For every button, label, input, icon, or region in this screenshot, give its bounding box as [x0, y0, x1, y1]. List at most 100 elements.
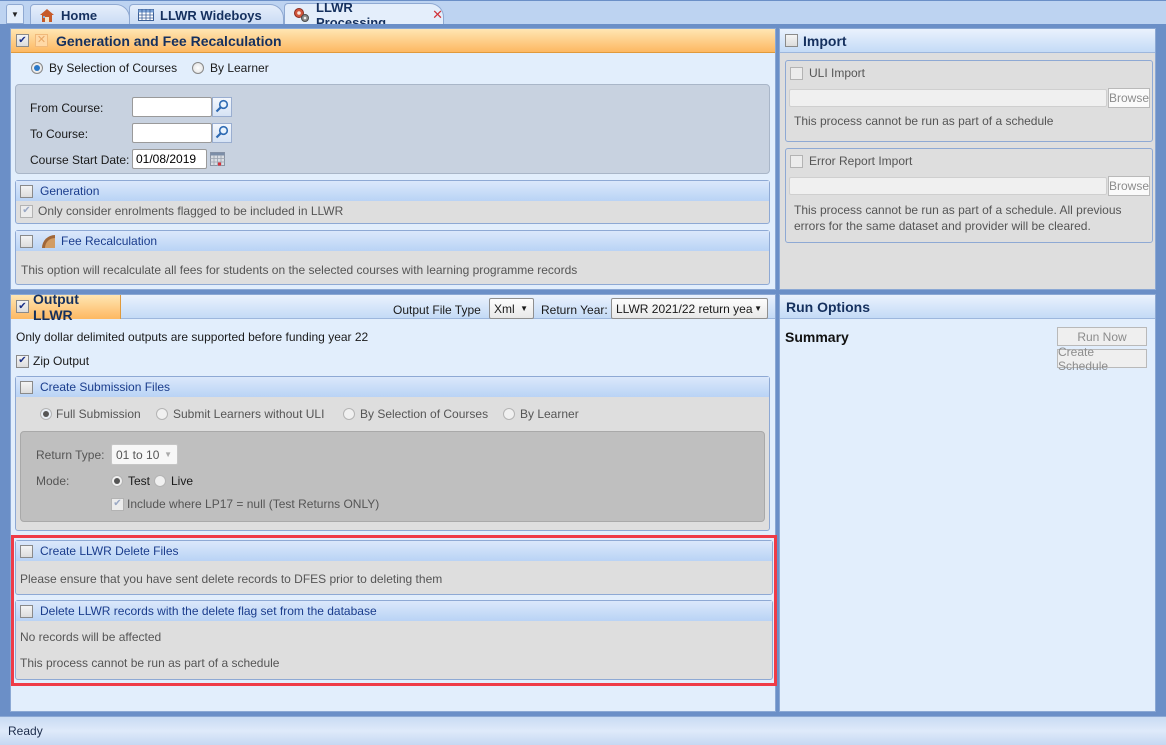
output-llwr-panel: Output LLWR Output File Type Xml ▼ Retur… [10, 291, 777, 712]
output-llwr-title-tab: Output LLWR [11, 291, 121, 323]
radio-button[interactable] [111, 475, 123, 487]
import-header: Import [780, 29, 1155, 53]
course-start-date-input[interactable] [132, 149, 207, 169]
radio-button[interactable] [156, 408, 168, 420]
radio-full-submission[interactable]: Full Submission [40, 407, 141, 421]
close-tab-icon[interactable]: ✕ [432, 7, 443, 23]
radio-label: By Selection of Courses [360, 407, 489, 421]
option-label: Error Report Import [809, 154, 913, 168]
radio-label: Submit Learners without ULI [173, 407, 325, 421]
calendar-icon[interactable] [210, 152, 225, 169]
option-label: Only consider enrolments flagged to be i… [38, 204, 344, 218]
return-type-label: Return Type: [36, 448, 105, 462]
include-lp17-checkbox[interactable] [111, 497, 124, 511]
tab-home[interactable]: Home [30, 4, 130, 25]
generation-checkbox[interactable] [20, 184, 33, 198]
generation-fee-checkbox[interactable] [16, 34, 29, 47]
tab-label: Home [61, 7, 98, 23]
submission-options-area: Return Type: 01 to 10 ▼ Mode: Test Live … [20, 431, 765, 522]
to-course-search-button[interactable] [212, 123, 232, 143]
create-delete-files-checkbox[interactable] [20, 544, 33, 558]
uli-import-path-input[interactable] [789, 89, 1107, 107]
output-file-type-label: Output File Type [393, 303, 481, 317]
import-checkbox[interactable] [785, 34, 798, 47]
radio-submit-learners-without-uli[interactable]: Submit Learners without ULI [156, 407, 324, 421]
fee-recalculation-group: Fee Recalculation This option will recal… [15, 230, 770, 285]
radio-by-selection-of-courses[interactable]: By Selection of Courses [31, 61, 177, 75]
error-report-import-option[interactable]: Error Report Import [790, 154, 912, 168]
tab-list-dropdown[interactable]: ▼ [6, 4, 24, 24]
from-course-input[interactable] [132, 97, 212, 117]
from-course-search-button[interactable] [212, 97, 232, 117]
create-submission-header: Create Submission Files [16, 377, 769, 397]
only-flagged-checkbox[interactable] [20, 204, 33, 218]
to-course-input[interactable] [132, 123, 212, 143]
option-label: Include where LP17 = null (Test Returns … [127, 497, 380, 511]
delete-section-highlight: Create LLWR Delete Files Please ensure t… [11, 535, 777, 686]
gears-icon [293, 7, 310, 23]
radio-button[interactable] [503, 408, 515, 420]
error-report-import-checkbox[interactable] [790, 154, 803, 168]
uli-import-group: ULI Import Browse This process cannot be… [785, 60, 1153, 142]
option-label: Zip Output [33, 354, 90, 368]
only-flagged-enrolments-option[interactable]: Only consider enrolments flagged to be i… [16, 201, 769, 221]
run-now-button[interactable]: Run Now [1057, 327, 1147, 346]
delete-records-affected-text: No records will be affected [20, 630, 162, 644]
error-report-import-description: This process cannot be run as part of a … [794, 203, 1122, 233]
run-options-header: Run Options [780, 295, 1155, 319]
zip-output-option[interactable]: Zip Output [16, 354, 89, 368]
generation-fee-header: ✕ Generation and Fee Recalculation [11, 29, 775, 53]
fee-recalculation-header: Fee Recalculation [16, 231, 769, 251]
output-file-type-select[interactable]: Xml ▼ [489, 298, 534, 319]
group-title: Fee Recalculation [61, 234, 158, 248]
from-course-label: From Course: [30, 101, 104, 115]
panel-title: Generation and Fee Recalculation [56, 32, 282, 49]
fee-recalculation-description: This option will recalculate all fees fo… [21, 263, 578, 277]
tab-llwr-wideboys[interactable]: LLWR Wideboys [129, 4, 284, 25]
uli-import-option[interactable]: ULI Import [790, 66, 865, 80]
radio-button[interactable] [192, 62, 204, 74]
panel-title: Output LLWR [33, 290, 79, 323]
radio-button[interactable] [154, 475, 166, 487]
include-lp17-null-option[interactable]: Include where LP17 = null (Test Returns … [111, 497, 379, 511]
output-llwr-checkbox[interactable] [16, 300, 29, 313]
tab-llwr-processing[interactable]: LLWR Processing ✕ [284, 0, 444, 30]
radio-button[interactable] [343, 408, 355, 420]
return-year-select[interactable]: LLWR 2021/22 return yea ▼ [611, 298, 768, 319]
home-icon [39, 8, 55, 23]
radio-by-selection-of-courses[interactable]: By Selection of Courses [343, 407, 488, 421]
radio-label: By Selection of Courses [49, 61, 178, 75]
zip-output-checkbox[interactable] [16, 354, 29, 368]
radio-label: By Learner [520, 407, 579, 421]
status-bar: Ready [0, 716, 1166, 745]
create-submission-checkbox[interactable] [20, 380, 33, 394]
radio-by-learner[interactable]: By Learner [192, 61, 269, 75]
panel-title: Run Options [786, 298, 870, 315]
error-report-path-input[interactable] [789, 177, 1107, 195]
return-type-select[interactable]: 01 to 10 ▼ [111, 444, 178, 465]
generation-group: Generation Only consider enrolments flag… [15, 180, 770, 224]
radio-button[interactable] [40, 408, 52, 420]
create-schedule-button[interactable]: Create Schedule [1057, 345, 1147, 373]
uli-import-checkbox[interactable] [790, 66, 803, 80]
search-icon [215, 99, 229, 116]
return-year-label: Return Year: [541, 303, 608, 317]
error-report-browse-button[interactable]: Browse [1108, 176, 1150, 196]
select-value: 01 to 10 [116, 447, 160, 462]
fee-recalculation-checkbox[interactable] [20, 234, 33, 248]
content-area: ✕ Generation and Fee Recalculation By Se… [5, 24, 1161, 716]
delete-records-checkbox[interactable] [20, 604, 33, 618]
group-title: Generation [40, 184, 100, 198]
radio-mode-test[interactable]: Test [111, 474, 150, 488]
caret-down-icon: ▼ [11, 9, 19, 19]
radio-label: Live [171, 474, 194, 488]
radio-by-learner[interactable]: By Learner [503, 407, 579, 421]
delete-records-group: Delete LLWR records with the delete flag… [15, 600, 773, 680]
uli-browse-button[interactable]: Browse [1108, 88, 1150, 108]
radio-mode-live[interactable]: Live [154, 474, 193, 488]
calculator-coin-icon [40, 233, 56, 249]
dropdown-arrow-icon: ▼ [754, 304, 762, 313]
uli-import-description: This process cannot be run as part of a … [794, 114, 1054, 128]
create-delete-files-description: Please ensure that you have sent delete … [20, 572, 443, 586]
radio-button[interactable] [31, 62, 43, 74]
